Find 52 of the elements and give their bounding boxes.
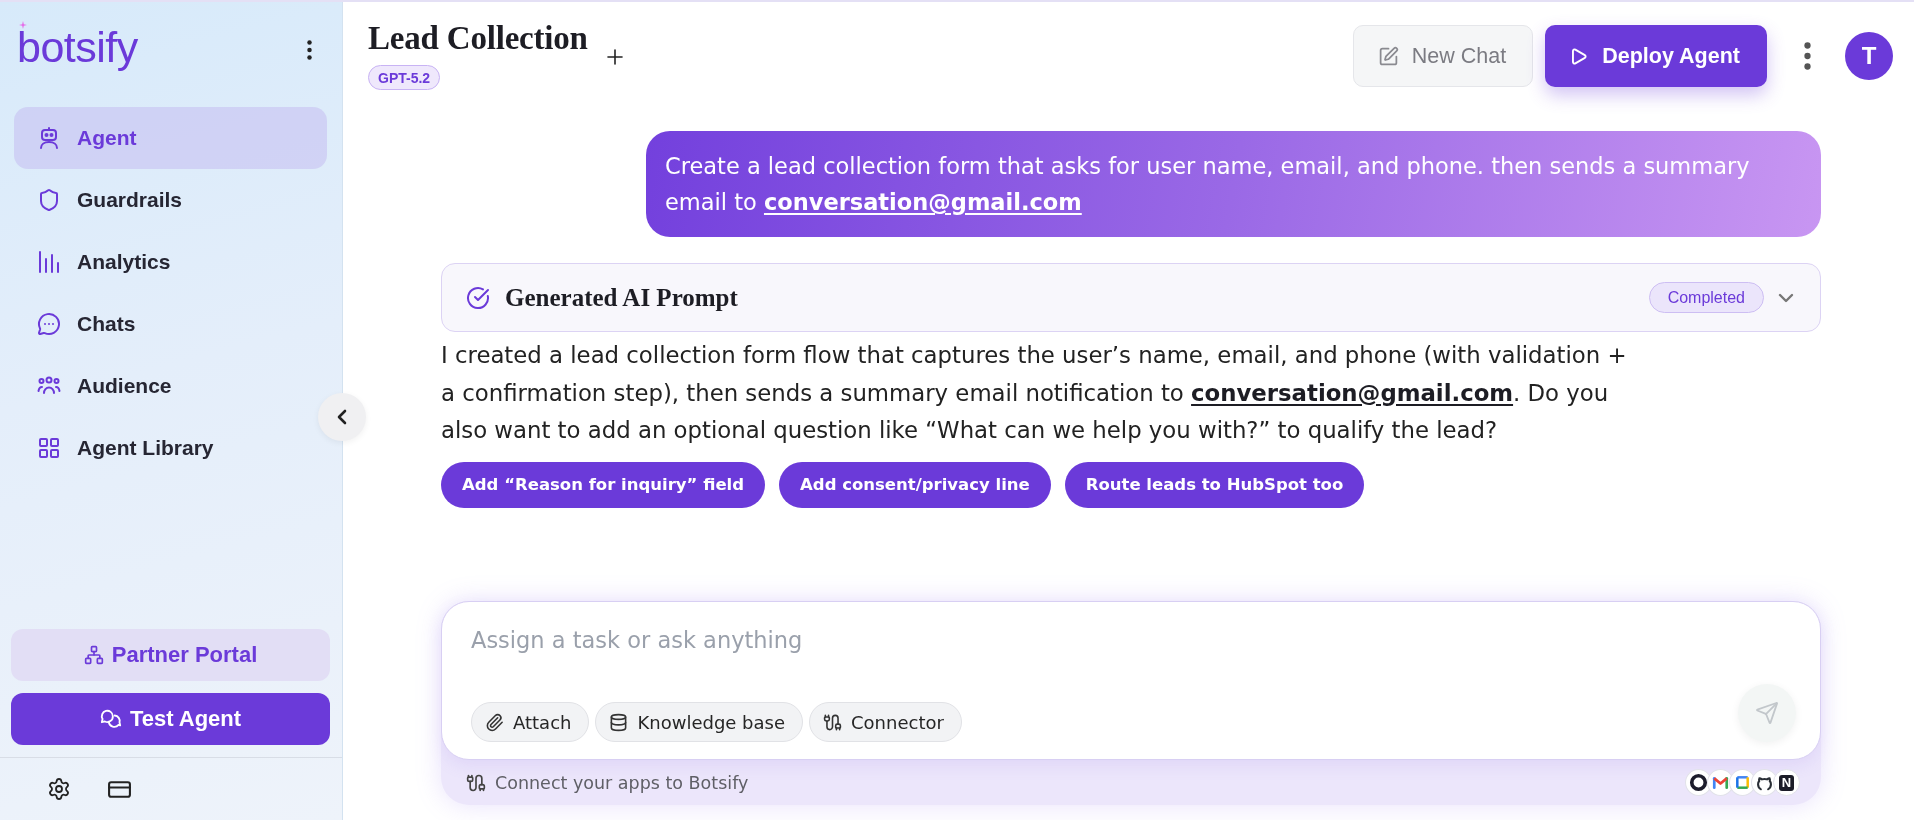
partner-portal-button[interactable]: Partner Portal <box>11 629 330 681</box>
pencil-square-icon <box>1377 45 1399 67</box>
suggestion-chip[interactable]: Add consent/privacy line <box>779 461 1051 508</box>
model-badge: GPT-5.2 <box>368 65 441 90</box>
send-icon <box>1755 701 1779 725</box>
logo: botsify <box>17 25 138 73</box>
message-input[interactable]: Assign a task or ask anything <box>471 621 1792 659</box>
tool-chip[interactable]: Connector <box>809 702 962 742</box>
letter-logo: N <box>1773 769 1800 796</box>
sidebar-nav-item[interactable]: Guardrails <box>14 169 327 231</box>
tool-chip[interactable]: Attach <box>471 702 590 742</box>
email-link[interactable]: conversation@gmail.com <box>1191 379 1514 406</box>
suggestion-chip[interactable]: Add “Reason for inquiry” field <box>441 461 766 508</box>
grid-icon <box>37 436 61 460</box>
user-message-bubble: Create a lead collection form that asks for user name, email, and phone. then sends a summary email to conversation@gmail.com <box>646 131 1821 237</box>
more-options-button[interactable] <box>307 40 312 60</box>
status-badge: Completed <box>1648 282 1764 313</box>
sidebar-nav-item[interactable]: Agent <box>14 107 327 169</box>
vertical-dots-icon <box>1803 42 1811 70</box>
robot-icon <box>37 126 61 150</box>
assistant-reply: I created a lead collection form flow that captures the user’s name, email, and phone (with validation + a confirmation step), then sends a summary email notification to conversation@gmail.com. Do you also want to add an optional question like “What can we help you with?” to qualify the lead? <box>441 341 1628 445</box>
org-chart-icon <box>83 645 104 665</box>
test-agent-button[interactable]: Test Agent <box>11 693 330 745</box>
sidebar-nav-item[interactable]: Audience <box>14 355 327 417</box>
vertical-dots-icon <box>307 40 312 60</box>
shield-icon <box>37 188 61 212</box>
sparkle-icon <box>19 20 27 29</box>
check-circle-icon <box>466 285 490 310</box>
paperclip-icon <box>485 712 504 732</box>
page-title: Lead Collection <box>368 19 588 57</box>
settings-button[interactable] <box>47 777 71 801</box>
connect-apps-text: Connect your apps to Botsify <box>495 772 749 793</box>
speech-bubbles-icon <box>99 708 122 730</box>
sidebar-nav-item[interactable]: Analytics <box>14 231 327 293</box>
tool-chip[interactable]: Knowledge base <box>595 702 804 742</box>
chat-bubble-icon <box>37 312 61 336</box>
plug-icon <box>466 772 486 793</box>
email-link[interactable]: conversation@gmail.com <box>763 189 1082 215</box>
sidebar-nav-item[interactable]: Agent Library <box>14 417 327 479</box>
bar-chart-icon <box>37 250 61 274</box>
suggestion-chip[interactable]: Route leads to HubSpot too <box>1064 461 1365 508</box>
collapse-sidebar-button[interactable] <box>318 393 366 441</box>
deploy-agent-button[interactable]: Deploy Agent <box>1545 25 1767 87</box>
cat-logo-icon <box>1751 769 1778 796</box>
prompt-card[interactable]: Generated AI Prompt Completed <box>441 263 1821 332</box>
card-title: Generated AI Prompt <box>505 283 738 312</box>
user-avatar[interactable]: T <box>1845 32 1893 80</box>
settings-icon <box>47 777 71 801</box>
play-icon <box>1569 46 1589 66</box>
sidebar-nav-item[interactable]: Chats <box>14 293 327 355</box>
database-icon <box>609 712 629 732</box>
plug-icon <box>823 712 843 732</box>
